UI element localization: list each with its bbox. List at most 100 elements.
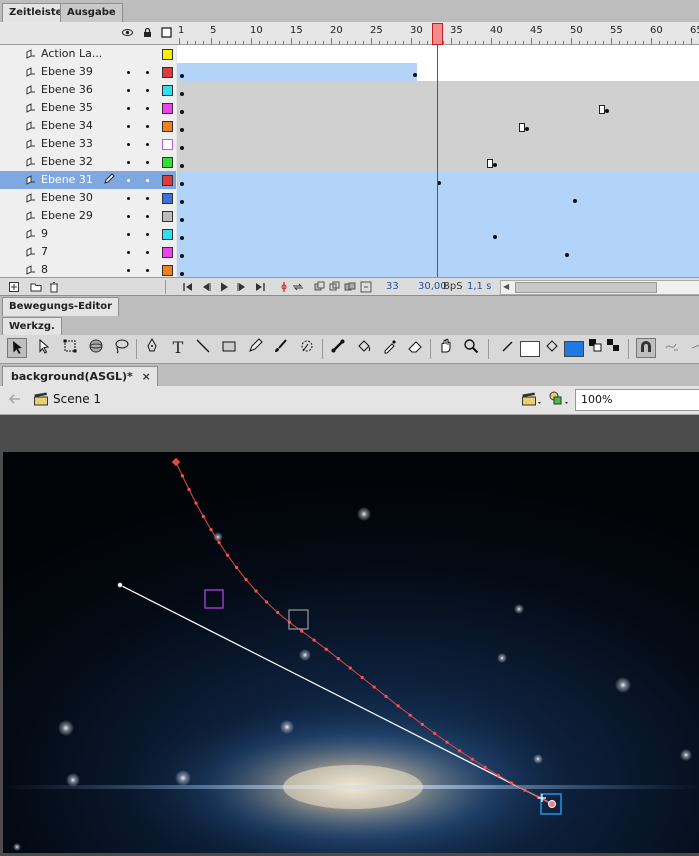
layer-row[interactable]: Ebene 30 — [0, 189, 699, 208]
lock-toggle[interactable] — [146, 197, 149, 200]
layer-info[interactable]: Ebene 36 — [0, 81, 176, 100]
keyframe-marker[interactable] — [413, 73, 417, 77]
layer-info[interactable]: Ebene 31 — [0, 171, 176, 190]
layer-frames[interactable] — [177, 135, 699, 154]
layer-frames[interactable] — [177, 171, 699, 190]
layer-frames[interactable] — [177, 207, 699, 226]
end-frame-marker[interactable] — [599, 105, 605, 114]
tab-tools[interactable]: Werkzg. — [2, 317, 62, 335]
scroll-left-icon[interactable]: ◀ — [503, 282, 509, 291]
stage[interactable] — [3, 452, 699, 856]
layer-outline-color[interactable] — [162, 85, 173, 96]
lock-toggle[interactable] — [146, 89, 149, 92]
layer-name[interactable]: Ebene 32 — [41, 155, 93, 168]
fill-color-swatch[interactable] — [564, 341, 584, 357]
layer-info[interactable]: Ebene 34 — [0, 117, 176, 136]
onion-outline-icon[interactable] — [329, 281, 341, 293]
step-forward-icon[interactable] — [236, 281, 248, 293]
keyframe-marker[interactable] — [180, 110, 184, 114]
layer-name[interactable]: Ebene 35 — [41, 101, 93, 114]
new-folder-icon[interactable] — [30, 281, 42, 293]
rectangle-tool-icon[interactable] — [219, 338, 239, 358]
layer-info[interactable]: Ebene 29 — [0, 207, 176, 226]
fill-color-icon[interactable] — [542, 338, 562, 358]
layer-row[interactable]: Ebene 32 — [0, 153, 699, 172]
lock-toggle[interactable] — [146, 143, 149, 146]
back-arrow-icon[interactable] — [8, 392, 22, 406]
layer-name[interactable]: Ebene 30 — [41, 191, 93, 204]
pencil-tool-icon[interactable] — [245, 338, 265, 358]
trash-icon[interactable] — [48, 281, 60, 293]
keyframe-marker[interactable] — [180, 200, 184, 204]
step-back-icon[interactable] — [200, 281, 212, 293]
keyframe-marker[interactable] — [180, 236, 184, 240]
keyframe-marker[interactable] — [180, 254, 184, 258]
layer-row[interactable]: 9 — [0, 225, 699, 244]
layer-outline-color[interactable] — [162, 247, 173, 258]
layer-info[interactable]: Ebene 39 — [0, 63, 176, 82]
motion-path-end-point[interactable] — [548, 800, 556, 808]
straighten-icon[interactable] — [686, 338, 699, 358]
visibility-toggle[interactable] — [127, 251, 130, 254]
layer-info[interactable]: 9 — [0, 225, 176, 244]
keyframe-marker[interactable] — [180, 74, 184, 78]
layer-row[interactable]: Ebene 29 — [0, 207, 699, 226]
layer-frames[interactable] — [177, 45, 699, 64]
layer-outline-color[interactable] — [162, 229, 173, 240]
scene-name[interactable]: Scene 1 — [53, 392, 101, 406]
layer-name[interactable]: 8 — [41, 263, 48, 276]
onion-skin-icon[interactable] — [314, 281, 326, 293]
keyframe-marker[interactable] — [573, 199, 577, 203]
lock-toggle[interactable] — [146, 233, 149, 236]
paint-bucket-tool-icon[interactable] — [354, 338, 374, 358]
edit-symbols-icon[interactable] — [548, 390, 570, 408]
layer-frames[interactable] — [177, 63, 699, 82]
layer-name[interactable]: Ebene 29 — [41, 209, 93, 222]
lock-toggle[interactable] — [146, 179, 149, 182]
layer-frames[interactable] — [177, 243, 699, 262]
layer-row[interactable]: Ebene 34 — [0, 117, 699, 136]
3d-rotation-tool-icon[interactable] — [86, 338, 106, 358]
visibility-toggle[interactable] — [127, 179, 130, 182]
lock-toggle[interactable] — [146, 107, 149, 110]
lasso-tool-icon[interactable] — [111, 338, 131, 358]
eyedropper-tool-icon[interactable] — [380, 338, 400, 358]
edit-multiple-frames-icon[interactable] — [344, 281, 356, 293]
layer-outline-color[interactable] — [162, 193, 173, 204]
layer-name[interactable]: Ebene 33 — [41, 137, 93, 150]
lock-toggle[interactable] — [146, 251, 149, 254]
layer-name[interactable]: Ebene 31 — [41, 173, 93, 186]
keyframe-marker[interactable] — [180, 164, 184, 168]
end-frame-marker[interactable] — [487, 159, 493, 168]
end-frame-marker[interactable] — [519, 123, 525, 132]
layer-row[interactable]: 7 — [0, 243, 699, 262]
layer-info[interactable]: Action La... — [0, 45, 176, 64]
layer-frames[interactable] — [177, 81, 699, 100]
keyframe-marker[interactable] — [180, 272, 184, 276]
visibility-toggle[interactable] — [127, 197, 130, 200]
deco-tool-icon[interactable] — [297, 338, 317, 358]
visibility-toggle[interactable] — [127, 107, 130, 110]
layer-outline-color[interactable] — [162, 103, 173, 114]
lock-toggle[interactable] — [146, 215, 149, 218]
selection-tool-icon[interactable] — [7, 338, 27, 358]
visibility-toggle[interactable] — [127, 215, 130, 218]
layer-row[interactable]: Ebene 33 — [0, 135, 699, 154]
visibility-toggle[interactable] — [127, 161, 130, 164]
lock-toggle[interactable] — [146, 161, 149, 164]
lock-toggle[interactable] — [146, 269, 149, 272]
free-transform-tool-icon[interactable] — [60, 338, 80, 358]
layer-name[interactable]: Ebene 34 — [41, 119, 93, 132]
loop-icon[interactable] — [278, 281, 290, 293]
lock-toggle[interactable] — [146, 125, 149, 128]
keyframe-marker[interactable] — [180, 218, 184, 222]
lock-toggle[interactable] — [146, 71, 149, 74]
keyframe-marker[interactable] — [565, 253, 569, 257]
line-tool-icon[interactable] — [193, 338, 213, 358]
layer-frames[interactable] — [177, 153, 699, 172]
zoom-tool-icon[interactable] — [461, 338, 481, 358]
layer-row[interactable]: Ebene 39 — [0, 63, 699, 82]
layer-info[interactable]: 7 — [0, 243, 176, 262]
close-icon[interactable]: × — [142, 367, 151, 387]
tab-output[interactable]: Ausgabe — [60, 3, 123, 22]
